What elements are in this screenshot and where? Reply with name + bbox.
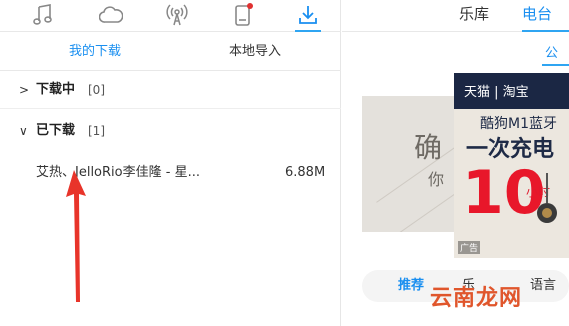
tab-my-downloads[interactable]: 我的下载: [30, 33, 160, 71]
chevron-down-icon: ∨: [19, 124, 28, 138]
content-panel: 乐库 电台 公 确 你 天猫 | 淘宝 酷狗M1蓝牙 一次充电 10 小时 广告…: [342, 0, 569, 326]
ad-label: 广告: [458, 241, 481, 254]
ad-product: 酷狗M1蓝牙: [480, 116, 557, 132]
album-char: 确: [414, 131, 443, 164]
section-downloaded[interactable]: ∨ 已下载 [1]: [0, 112, 341, 150]
cloud-icon[interactable]: [98, 2, 124, 28]
chevron-right-icon: >: [19, 83, 30, 97]
active-tab-indicator: [295, 30, 321, 32]
tab-language[interactable]: 语言: [530, 270, 556, 302]
section-count: [0]: [88, 83, 105, 97]
top-icon-bar: [0, 0, 341, 32]
download-panel: 我的下载 本地导入 > 下载中 [0] ∨ 已下载 [1] 艾热、JelloRi…: [0, 0, 341, 326]
music-note-icon[interactable]: [30, 2, 56, 28]
tab-recommend[interactable]: 推荐: [398, 270, 424, 302]
device-icon[interactable]: [230, 2, 256, 28]
annotation-arrow-icon: [66, 170, 86, 302]
tab-library[interactable]: 乐库: [459, 0, 489, 30]
album-char: 你: [428, 170, 445, 189]
watermark: 云南龙网: [430, 286, 523, 311]
subtab-public[interactable]: 公: [545, 42, 558, 61]
download-subtabs: 我的下载 本地导入: [0, 33, 341, 71]
ad-banner[interactable]: 天猫 | 淘宝 酷狗M1蓝牙 一次充电 10 小时 广告: [454, 73, 569, 258]
section-title: 已下载: [36, 123, 76, 138]
tab-radio[interactable]: 电台: [522, 0, 552, 30]
active-subtab-indicator: [542, 64, 569, 66]
section-downloading[interactable]: > 下载中 [0]: [0, 71, 341, 109]
ad-platform: 天猫 | 淘宝: [464, 85, 529, 100]
ad-platform-bar: 天猫 | 淘宝: [454, 73, 569, 109]
tab-local-import[interactable]: 本地导入: [190, 33, 320, 71]
radio-broadcast-icon[interactable]: [164, 2, 190, 28]
section-title: 下载中: [36, 82, 76, 97]
list-item[interactable]: 艾热、JelloRio李佳隆 - 星... 6.88M: [0, 156, 341, 190]
download-icon[interactable]: [295, 2, 321, 28]
active-tab-indicator: [522, 30, 569, 32]
earphone-icon: [537, 173, 557, 223]
main-tabs: 乐库 电台: [342, 0, 569, 32]
section-count: [1]: [88, 124, 105, 138]
file-size: 6.88M: [285, 165, 326, 180]
